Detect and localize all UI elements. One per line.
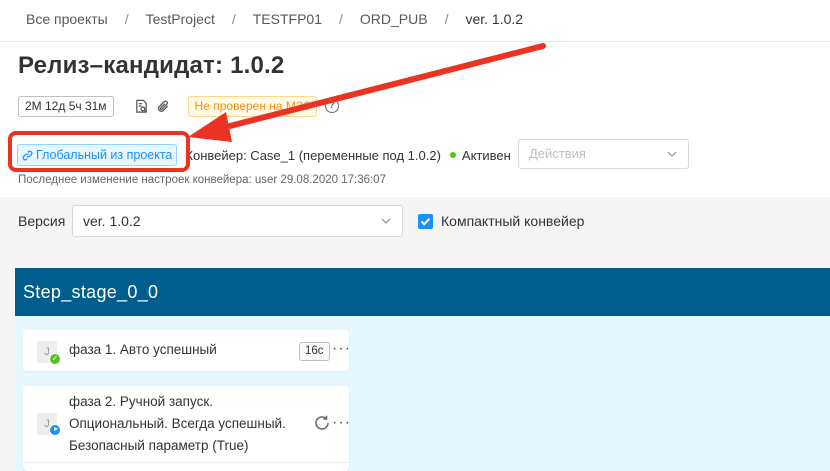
pipeline-status: Активен xyxy=(461,147,511,163)
breadcrumb-separator: / xyxy=(444,11,449,27)
breadcrumb-item-project[interactable]: TestProject xyxy=(146,11,215,27)
phase-duration-badge: 16с xyxy=(299,342,330,361)
version-select-value: ver. 1.0.2 xyxy=(83,213,141,229)
breadcrumb-separator: / xyxy=(339,11,343,27)
phase-name-line: Безопасный параметр (True) xyxy=(69,438,249,453)
check-icon: ✓ xyxy=(49,353,61,365)
document-search-icon[interactable] xyxy=(134,98,150,114)
help-icon[interactable]: ? xyxy=(324,99,339,113)
check-icon xyxy=(420,218,431,226)
status-dot-icon xyxy=(449,152,456,158)
duration-badge: 2М 12д 5ч 31м xyxy=(18,95,114,117)
stage-title[interactable]: Step_stage_0_0 xyxy=(23,282,158,303)
page-header: Все проекты / TestProject / TESTFP01 / O… xyxy=(0,0,830,247)
last-change-info: Последнее изменение настроек конвейера: … xyxy=(18,174,386,186)
play-icon xyxy=(49,424,61,436)
breadcrumb-item-component[interactable]: ORD_PUB xyxy=(360,11,428,27)
warning-badge: Не проверен на МЗ6 xyxy=(187,95,317,117)
compact-pipeline-label[interactable]: Компактный конвейер xyxy=(441,213,584,229)
phase-card[interactable]: J ✓ фаза 1. Авто успешный 16с ··· xyxy=(23,330,351,371)
more-icon[interactable]: ··· xyxy=(332,341,351,357)
version-select[interactable]: ver. 1.0.2 xyxy=(72,205,403,237)
divider xyxy=(23,462,349,463)
breadcrumb-separator: / xyxy=(124,11,129,27)
phase-name-line: фаза 2. Ручной запуск. xyxy=(69,394,213,409)
page-title: Релиз–кандидат: 1.0.2 xyxy=(18,52,285,79)
meta-row: 2М 12д 5ч 31м Не проверен на МЗ6 ? xyxy=(18,95,339,117)
breadcrumb: Все проекты / TestProject / TESTFP01 / O… xyxy=(26,11,523,27)
annotation-highlight-box xyxy=(8,131,190,172)
actions-dropdown[interactable]: Действия xyxy=(518,139,689,169)
stage-header: Step_stage_0_0 xyxy=(15,268,830,316)
stage-panel: Step_stage_0_0 J ✓ фаза 1. Авто успешный… xyxy=(15,268,830,471)
version-bar: Версия ver. 1.0.2 Компактный конвейер xyxy=(0,197,830,247)
phase-name: фаза 1. Авто успешный xyxy=(69,342,217,357)
paperclip-icon[interactable] xyxy=(156,98,172,114)
phase-card[interactable]: J фаза 2. Ручной запуск. Опциональный. В… xyxy=(23,386,351,471)
header-divider xyxy=(0,41,830,42)
chevron-down-icon xyxy=(667,151,677,157)
breadcrumb-item-system[interactable]: TESTFP01 xyxy=(253,11,322,27)
phase-name-line: Опциональный. Всегда успешный. xyxy=(69,416,286,431)
pipeline-info: Конвейер: Case_1 (переменные под 1.0.2) xyxy=(185,147,441,163)
breadcrumb-item-version: ver. 1.0.2 xyxy=(465,11,524,27)
breadcrumb-item-all-projects[interactable]: Все проекты xyxy=(26,11,108,27)
breadcrumb-separator: / xyxy=(231,11,236,27)
chevron-down-icon xyxy=(381,218,391,224)
compact-pipeline-checkbox[interactable] xyxy=(418,214,433,229)
refresh-icon[interactable] xyxy=(313,414,331,432)
version-label: Версия xyxy=(18,213,66,229)
more-icon[interactable]: ··· xyxy=(332,415,351,431)
actions-dropdown-placeholder: Действия xyxy=(529,146,586,161)
